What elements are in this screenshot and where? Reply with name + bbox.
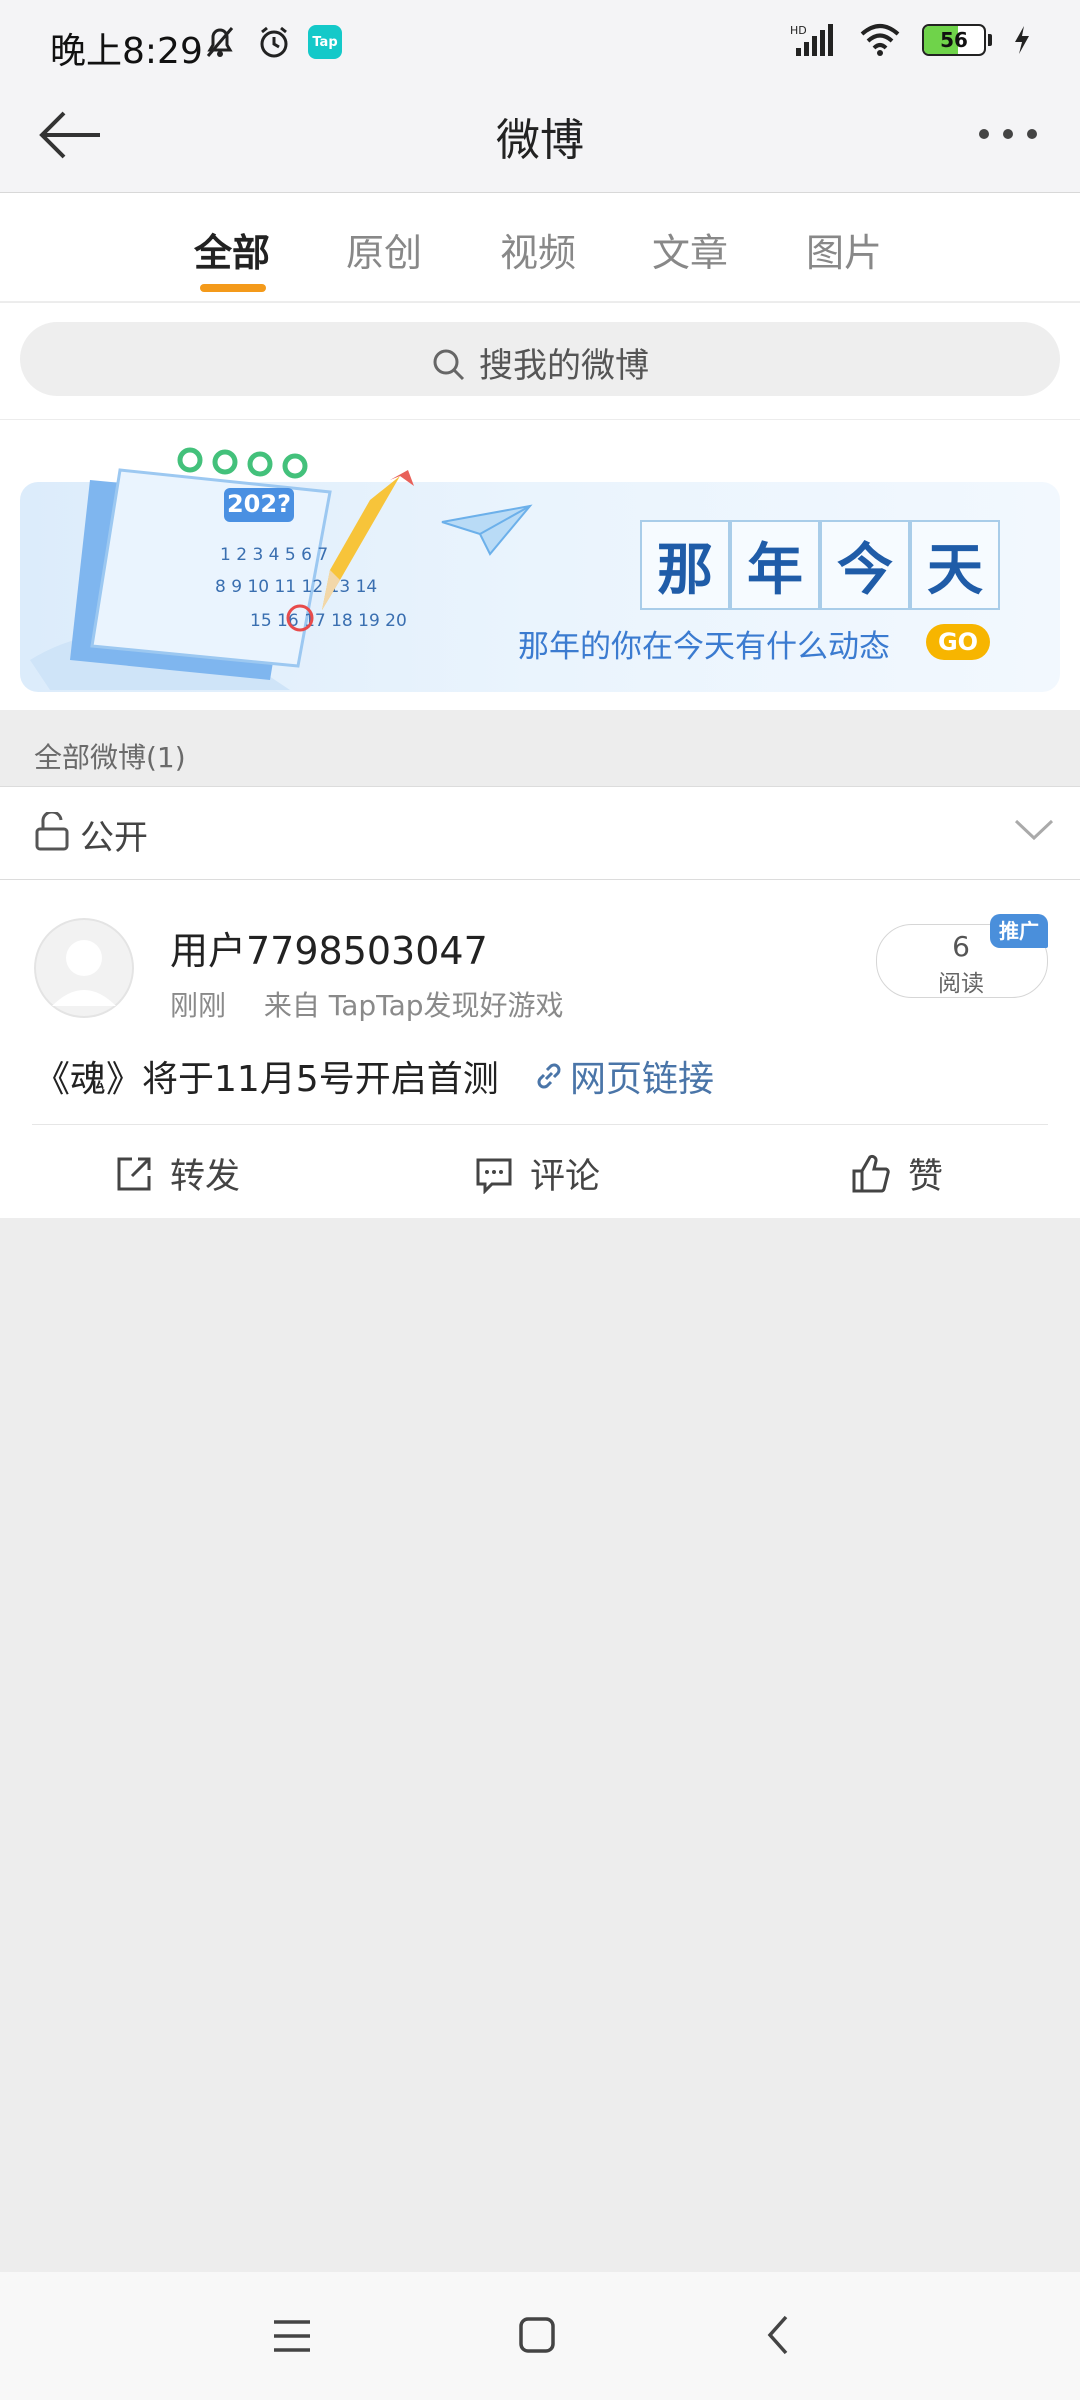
taptap-app-icon: Tap bbox=[308, 25, 342, 59]
svg-text:8 9 10 11 12 13 14: 8 9 10 11 12 13 14 bbox=[215, 577, 377, 597]
banner-title-char: 那 bbox=[640, 520, 730, 610]
search-icon bbox=[433, 349, 465, 381]
thumbs-up-icon bbox=[852, 1154, 890, 1192]
repost-label: 转发 bbox=[170, 1157, 241, 1197]
like-label: 赞 bbox=[908, 1157, 944, 1197]
chevron-down-icon[interactable] bbox=[1014, 818, 1054, 842]
status-time: 晚上8:29 bbox=[50, 31, 203, 72]
unlock-icon bbox=[35, 812, 69, 851]
svg-text:1 2 3 4 5 6 7: 1 2 3 4 5 6 7 bbox=[220, 545, 328, 565]
calendar-illustration: 202? 1 2 3 4 5 6 7 8 9 10 11 12 13 14 15… bbox=[30, 447, 414, 690]
avatar[interactable] bbox=[34, 918, 134, 1018]
tab-all[interactable]: 全部 bbox=[194, 222, 270, 277]
home-icon[interactable] bbox=[518, 2316, 556, 2354]
post-time: 刚刚 bbox=[170, 989, 227, 1022]
weibo-count-label: 全部微博(1) bbox=[34, 741, 186, 774]
repost-button[interactable]: 转发 bbox=[114, 1148, 240, 1199]
default-avatar-icon bbox=[34, 918, 134, 1018]
wifi-icon bbox=[860, 24, 900, 56]
comment-label: 评论 bbox=[530, 1157, 601, 1197]
back-nav-icon[interactable] bbox=[766, 2314, 790, 2356]
post-meta: 刚刚 来自 TapTap发现好游戏 bbox=[170, 984, 564, 1024]
status-right-icons: HD 56 bbox=[790, 22, 1032, 58]
tab-original[interactable]: 原创 bbox=[346, 222, 422, 277]
banner-title-char: 年 bbox=[730, 520, 820, 610]
banner-subtitle: 那年的你在今天有什么动态 bbox=[518, 629, 890, 665]
banner-title-char: 天 bbox=[910, 520, 1000, 610]
menu-icon[interactable] bbox=[272, 2318, 312, 2354]
repost-icon bbox=[117, 1157, 151, 1190]
search-placeholder-text: 搜我的微博 bbox=[479, 346, 649, 386]
tab-image[interactable]: 图片 bbox=[806, 222, 882, 277]
page-title: 微博 bbox=[496, 115, 584, 166]
svg-text:HD: HD bbox=[790, 24, 807, 37]
search-placeholder: 搜我的微博 bbox=[0, 338, 1080, 387]
read-label: 阅读 bbox=[938, 971, 984, 997]
signal-icon: HD bbox=[790, 24, 833, 56]
banner-title: 那 年 今 天 bbox=[640, 520, 1000, 610]
comment-icon bbox=[476, 1158, 512, 1194]
battery-icon: 56 bbox=[922, 24, 992, 56]
more-options-icon[interactable] bbox=[976, 126, 1040, 142]
taptap-badge-text: Tap bbox=[312, 34, 338, 50]
like-button[interactable]: 赞 bbox=[850, 1148, 943, 1199]
battery-level: 56 bbox=[940, 28, 968, 52]
status-left-icons: Tap bbox=[200, 22, 342, 62]
privacy-filter-bar[interactable] bbox=[0, 786, 1080, 880]
alarm-icon bbox=[260, 26, 288, 58]
divider bbox=[32, 1124, 1048, 1125]
post-text: 《魂》将于11月5号开启首测 bbox=[34, 1059, 499, 1100]
go-button[interactable]: GO bbox=[926, 624, 990, 660]
svg-text:15 16 17 18 19 20: 15 16 17 18 19 20 bbox=[250, 611, 407, 631]
mute-bell-icon bbox=[206, 27, 234, 57]
post-username[interactable]: 用户7798503047 bbox=[170, 920, 488, 975]
banner-title-char: 今 bbox=[820, 520, 910, 610]
post-source: 来自 TapTap发现好游戏 bbox=[263, 989, 564, 1022]
web-link-label: 网页链接 bbox=[570, 1059, 715, 1100]
calendar-year-text: 202? bbox=[227, 490, 291, 518]
link-icon bbox=[537, 1063, 561, 1089]
active-tab-indicator bbox=[200, 284, 266, 292]
web-link[interactable]: 网页链接 bbox=[532, 1050, 714, 1102]
tab-video[interactable]: 视频 bbox=[500, 222, 576, 277]
comment-button[interactable]: 评论 bbox=[474, 1148, 600, 1199]
tab-article[interactable]: 文章 bbox=[652, 222, 728, 277]
charging-bolt-icon bbox=[1015, 26, 1029, 54]
promo-badge: 推广 bbox=[990, 914, 1048, 948]
paper-plane-icon bbox=[441, 504, 533, 556]
privacy-label: 公开 bbox=[80, 818, 148, 858]
